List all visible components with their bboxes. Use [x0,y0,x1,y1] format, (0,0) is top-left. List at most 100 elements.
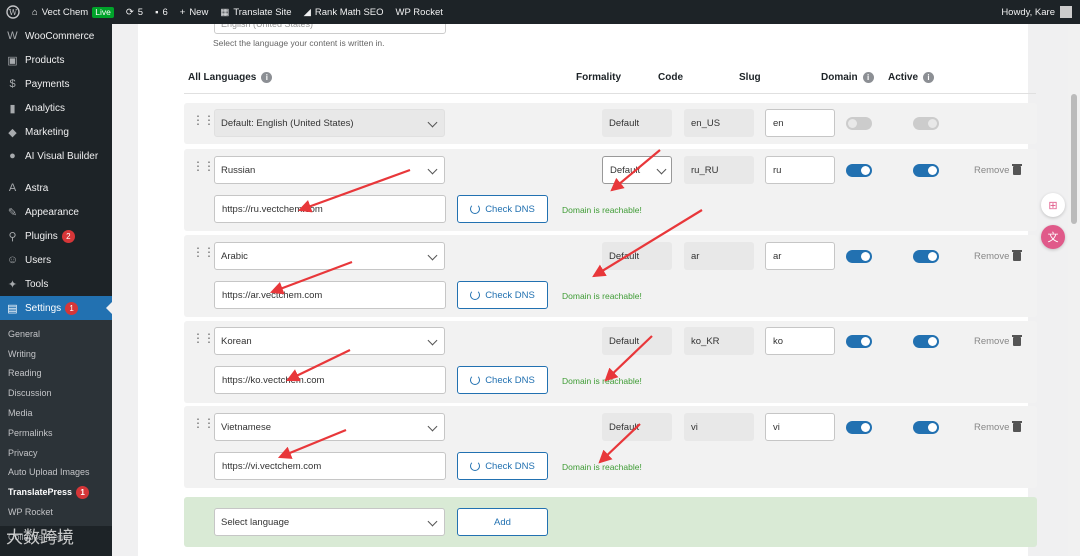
domain-toggle[interactable] [846,335,872,348]
slug-input[interactable]: ru [765,156,835,184]
sidebar-item-woocommerce[interactable]: W WooCommerce [0,24,112,48]
admin-bar: W ⌂ Vect Chem Live ⟳ 5 ▪ 6 + New ▦ Trans… [0,0,1080,24]
sidebar-item-tools[interactable]: ✦ Tools [0,272,112,296]
domain-toggle[interactable] [846,421,872,434]
account-menu[interactable]: Howdy, Kare [1001,6,1080,18]
wp-rocket-link[interactable]: WP Rocket [390,0,449,24]
domain-url-input[interactable]: https://ko.vectchem.com [214,366,446,394]
check-dns-button[interactable]: Check DNS [457,195,548,223]
language-select[interactable]: Vietnamese [214,413,445,441]
sidebar-item-ai-visual-builder[interactable]: ● AI Visual Builder [0,144,112,168]
sidebar-item-plugins[interactable]: ⚲ Plugins 2 [0,224,112,248]
submenu-privacy[interactable]: Privacy [0,443,112,463]
settings-card: English (United States) Select the langu… [138,24,1037,556]
domain-url-input[interactable]: https://ar.vectchem.com [214,281,446,309]
language-select-value: Arabic [221,250,248,262]
language-row-russian: ⋮⋮ Russian Default ru_RU ru Remove https… [184,149,1037,231]
active-toggle[interactable] [913,250,939,263]
formality-field: Default [602,242,672,270]
language-select[interactable]: Russian [214,156,445,184]
refresh-icon [470,204,481,214]
new-language-select[interactable]: Select language [214,508,445,536]
active-toggle[interactable] [913,164,939,177]
drag-handle-icon[interactable]: ⋮⋮ [192,114,215,126]
submenu-media[interactable]: Media [0,403,112,423]
header-active: Active i [888,72,935,83]
apps-float-button[interactable]: ⊞ [1041,193,1065,217]
sidebar-item-marketing[interactable]: ◆ Marketing [0,120,112,144]
active-toggle[interactable] [913,421,939,434]
main-content: English (United States) Select the langu… [112,24,1068,556]
wordpress-logo-icon[interactable]: W [0,0,26,24]
translate-float-button[interactable]: 文 [1041,225,1065,249]
domain-toggle [846,117,872,130]
language-select-value: Russian [221,164,256,176]
remove-button[interactable]: Remove [974,421,1023,433]
drag-handle-icon[interactable]: ⋮⋮ [192,332,215,344]
sidebar-item-products[interactable]: ▣ Products [0,48,112,72]
sidebar-item-label: Settings [25,302,62,314]
remove-button[interactable]: Remove [974,250,1023,262]
submenu-auto-upload-images[interactable]: Auto Upload Images [0,463,112,483]
language-select-value: Vietnamese [221,421,271,433]
sidebar-item-settings[interactable]: ▤ Settings 1 [0,296,112,320]
plugins-badge: 2 [61,229,75,243]
info-icon[interactable]: i [862,72,874,83]
trash-icon [1012,164,1023,175]
drag-handle-icon[interactable]: ⋮⋮ [192,160,215,172]
slug-input[interactable]: ar [765,242,835,270]
comments-link[interactable]: ▪ 6 [149,0,174,24]
header-label: Slug [739,72,761,83]
submenu-discussion[interactable]: Discussion [0,383,112,403]
header-code: Code [658,72,683,83]
sidebar-item-payments[interactable]: $ Payments [0,72,112,96]
translate-site-link[interactable]: ▦ Translate Site [214,0,297,24]
submenu-translatepress-label: TranslatePress [8,487,73,498]
formality-select[interactable]: Default [602,156,672,184]
domain-toggle[interactable] [846,164,872,177]
sidebar-item-astra[interactable]: A Astra [0,176,112,200]
drag-handle-icon[interactable]: ⋮⋮ [192,417,215,429]
domain-status: Domain is reachable! [562,205,642,215]
site-name-link[interactable]: ⌂ Vect Chem Live [26,0,120,24]
info-icon[interactable]: i [261,72,273,83]
add-language-button[interactable]: Add [457,508,548,536]
slug-input[interactable]: en [765,109,835,137]
check-dns-button[interactable]: Check DNS [457,281,548,309]
updates-link[interactable]: ⟳ 5 [120,0,149,24]
remove-label: Remove [974,336,1010,347]
sidebar-item-users[interactable]: ☺ Users [0,248,112,272]
submenu-wp-rocket[interactable]: WP Rocket [0,502,112,522]
settings-icon: ▤ [7,302,18,315]
check-dns-button[interactable]: Check DNS [457,452,548,480]
page-scrollbar[interactable] [1068,24,1080,556]
submenu-translatepress[interactable]: TranslatePress 1 [0,482,112,502]
rank-math-link[interactable]: ◢ Rank Math SEO [298,0,390,24]
header-label: Active [888,72,919,83]
domain-url-input[interactable]: https://vi.vectchem.com [214,452,446,480]
scrollbar-thumb[interactable] [1071,94,1077,224]
domain-toggle[interactable] [846,250,872,263]
sidebar-item-appearance[interactable]: ✎ Appearance [0,200,112,224]
watermark: 大数跨境 [6,528,74,548]
active-toggle[interactable] [913,335,939,348]
submenu-general[interactable]: General [0,324,112,344]
remove-button[interactable]: Remove [974,335,1023,347]
submenu-permalinks[interactable]: Permalinks [0,423,112,443]
check-dns-button[interactable]: Check DNS [457,366,548,394]
domain-url-input[interactable]: https://ru.vectchem.com [214,195,446,223]
new-content-link[interactable]: + New [174,0,215,24]
default-language-select[interactable]: English (United States) [214,24,446,34]
slug-input[interactable]: ko [765,327,835,355]
submenu-reading[interactable]: Reading [0,364,112,384]
header-label: Code [658,72,683,83]
chevron-down-icon [427,335,438,346]
language-select[interactable]: Korean [214,327,445,355]
drag-handle-icon[interactable]: ⋮⋮ [192,246,215,258]
slug-input[interactable]: vi [765,413,835,441]
language-select[interactable]: Arabic [214,242,445,270]
remove-button[interactable]: Remove [974,164,1023,176]
info-icon[interactable]: i [923,72,935,83]
submenu-writing[interactable]: Writing [0,344,112,364]
sidebar-item-analytics[interactable]: ▮ Analytics [0,96,112,120]
